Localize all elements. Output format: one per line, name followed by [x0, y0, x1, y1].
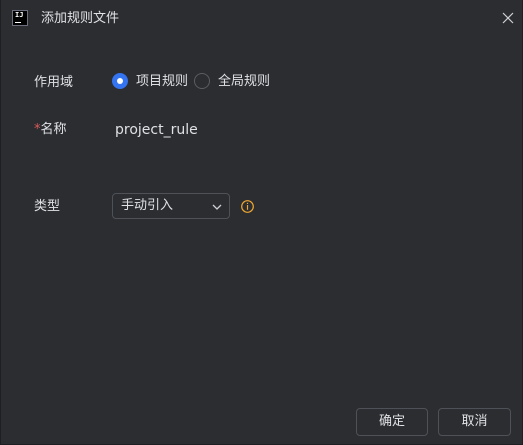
radio-global-rule-label[interactable]: 全局规则	[218, 74, 270, 90]
add-rule-file-dialog: IJ 添加规则文件 作用域 项目规则 全局规则 *名称 project_rule…	[0, 0, 523, 445]
intellij-app-icon: IJ	[12, 10, 28, 26]
scope-label: 作用域	[34, 75, 74, 90]
close-button[interactable]	[496, 6, 520, 30]
type-label: 类型	[34, 199, 61, 214]
dialog-title: 添加规则文件	[41, 11, 120, 26]
title-bar: IJ 添加规则文件	[1, 0, 523, 38]
type-select[interactable]: 手动引入	[112, 193, 230, 219]
radio-project-rule[interactable]	[112, 73, 128, 89]
radio-global-rule[interactable]	[194, 73, 210, 89]
radio-project-rule-label[interactable]: 项目规则	[136, 74, 188, 90]
cancel-button[interactable]: 取消	[438, 408, 511, 436]
chevron-down-icon	[212, 204, 222, 210]
info-icon[interactable]	[241, 200, 254, 213]
name-field[interactable]: project_rule	[115, 121, 198, 139]
ok-button[interactable]: 确定	[356, 408, 428, 436]
close-icon	[502, 12, 514, 24]
name-label: *名称	[34, 122, 67, 138]
name-label-text: 名称	[40, 122, 67, 137]
type-select-value: 手动引入	[121, 198, 174, 213]
